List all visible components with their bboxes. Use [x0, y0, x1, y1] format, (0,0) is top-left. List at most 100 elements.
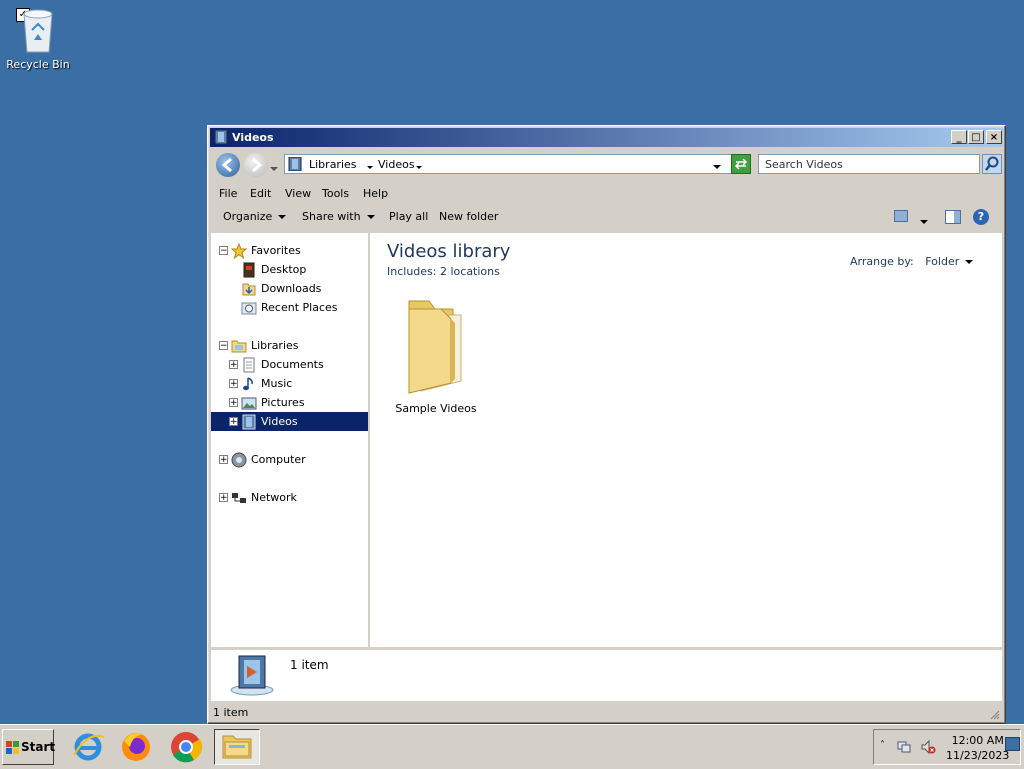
- expand-music-icon[interactable]: +: [229, 379, 238, 389]
- chrome-icon[interactable]: [166, 729, 206, 765]
- navigation-pane: − Favorites Desktop Downloads Recent Pla…: [211, 233, 370, 647]
- tree-item-documents[interactable]: + Documents: [211, 355, 368, 374]
- menu-edit[interactable]: Edit: [250, 187, 271, 200]
- arrange-by: Arrange by: Folder: [850, 255, 974, 268]
- collapse-favorites-icon[interactable]: −: [219, 246, 228, 256]
- network-status-icon[interactable]: [896, 739, 912, 755]
- status-bar: 1 item: [211, 704, 1002, 720]
- computer-icon: [231, 452, 247, 468]
- videos-icon: [241, 414, 257, 430]
- new-folder-button[interactable]: New folder: [439, 210, 498, 223]
- menu-bar: File Edit View Tools Help: [210, 183, 1003, 203]
- command-bar: Organize Share with Play all New folder …: [210, 205, 1003, 229]
- change-view-icon[interactable]: [894, 210, 908, 222]
- tree-label-desktop: Desktop: [261, 263, 307, 276]
- tree-label-computer: Computer: [251, 453, 306, 466]
- clock[interactable]: 12:00 AM 11/23/2023: [946, 733, 1009, 763]
- search-icon[interactable]: [982, 154, 1002, 174]
- play-all-button[interactable]: Play all: [389, 210, 428, 223]
- folder-item[interactable]: Sample Videos: [390, 295, 482, 415]
- videos-icon: [288, 156, 302, 172]
- folder-label: Sample Videos: [395, 402, 477, 415]
- organize-chevron-down-icon: [278, 215, 287, 219]
- menu-view[interactable]: View: [285, 187, 311, 200]
- close-button[interactable]: ×: [986, 130, 1002, 144]
- recycle-bin-label: Recycle Bin: [6, 58, 70, 71]
- menu-help[interactable]: Help: [363, 187, 388, 200]
- refresh-button[interactable]: [731, 154, 751, 174]
- details-item-count: 1 item: [290, 658, 329, 672]
- organize-label: Organize: [223, 210, 273, 223]
- taskbar: Start ˄ 12:00 AM 11/23/2023: [0, 724, 1024, 769]
- forward-button[interactable]: [244, 153, 268, 177]
- library-includes: Includes: 2 locations: [387, 265, 500, 278]
- title-bar[interactable]: Videos _ □ ×: [210, 128, 1003, 147]
- expand-pictures-icon[interactable]: +: [229, 398, 238, 408]
- address-bar[interactable]: Libraries Videos: [284, 154, 734, 174]
- firefox-icon[interactable]: [116, 729, 156, 765]
- menu-tools[interactable]: Tools: [322, 187, 349, 200]
- expand-videos-icon[interactable]: +: [229, 417, 238, 427]
- menu-file[interactable]: File: [219, 187, 237, 200]
- search-input[interactable]: Search Videos: [758, 154, 980, 174]
- address-history-dropdown[interactable]: [713, 160, 721, 173]
- documents-icon: [241, 357, 257, 373]
- help-icon[interactable]: ?: [973, 209, 989, 225]
- tree-item-pictures[interactable]: + Pictures: [211, 393, 368, 412]
- internet-explorer-icon[interactable]: [68, 729, 108, 765]
- arrange-chevron-down-icon: [965, 260, 974, 264]
- tree-item-recent-places[interactable]: Recent Places: [211, 298, 368, 317]
- tree-item-favorites[interactable]: − Favorites: [211, 241, 368, 260]
- volume-muted-icon[interactable]: [920, 739, 936, 755]
- pictures-icon: [241, 395, 257, 411]
- resize-grip-icon[interactable]: [988, 708, 1000, 720]
- libraries-icon: [231, 338, 247, 354]
- breadcrumb-libraries-chevron-icon[interactable]: [367, 160, 373, 173]
- windows-explorer-taskbar-button[interactable]: [214, 729, 260, 765]
- content-pane: Videos library Includes: 2 locations Arr…: [370, 233, 1002, 647]
- tree-label-documents: Documents: [261, 358, 324, 371]
- back-button[interactable]: [216, 153, 240, 177]
- downloads-icon: [241, 281, 257, 297]
- tree-label-libraries: Libraries: [251, 339, 299, 352]
- share-with-button[interactable]: Share with: [302, 210, 375, 223]
- preview-pane-icon[interactable]: [945, 210, 961, 224]
- desktop-icon: [241, 262, 257, 278]
- show-desktop-button[interactable]: [1005, 737, 1020, 751]
- breadcrumb-videos-chevron-icon[interactable]: [416, 160, 422, 173]
- tree-item-network[interactable]: + Network: [211, 488, 368, 507]
- clock-time: 12:00 AM: [951, 734, 1004, 747]
- recent-pages-dropdown[interactable]: [270, 162, 278, 175]
- search-placeholder: Search Videos: [765, 158, 843, 171]
- show-hidden-icons-icon[interactable]: ˄: [880, 740, 885, 751]
- status-item-count: 1 item: [213, 706, 249, 719]
- organize-button[interactable]: Organize: [223, 210, 287, 223]
- expand-network-icon[interactable]: +: [219, 493, 228, 503]
- tree-item-computer[interactable]: + Computer: [211, 450, 368, 469]
- includes-locations-link[interactable]: 2 locations: [440, 265, 500, 278]
- expand-computer-icon[interactable]: +: [219, 455, 228, 465]
- arrange-by-dropdown[interactable]: Folder: [925, 255, 974, 268]
- recycle-bin-glyph-icon: [18, 6, 58, 54]
- tree-label-favorites: Favorites: [251, 244, 301, 257]
- window-title: Videos: [232, 131, 274, 144]
- breadcrumb-videos[interactable]: Videos: [378, 158, 415, 171]
- share-with-label: Share with: [302, 210, 361, 223]
- breadcrumb-libraries[interactable]: Libraries: [309, 158, 357, 171]
- expand-documents-icon[interactable]: +: [229, 360, 238, 370]
- star-icon: [230, 242, 248, 260]
- tree-item-videos[interactable]: + Videos: [211, 412, 368, 431]
- maximize-button[interactable]: □: [968, 130, 984, 144]
- view-options-dropdown[interactable]: [920, 215, 928, 228]
- tree-item-music[interactable]: + Music: [211, 374, 368, 393]
- tree-item-desktop[interactable]: Desktop: [211, 260, 368, 279]
- recycle-bin-icon[interactable]: ✓ Recycle Bin: [6, 6, 70, 71]
- share-with-chevron-down-icon: [366, 215, 375, 219]
- tree-label-recent-places: Recent Places: [261, 301, 338, 314]
- start-button[interactable]: Start: [2, 729, 55, 765]
- minimize-button[interactable]: _: [951, 130, 967, 144]
- tree-item-libraries[interactable]: − Libraries: [211, 336, 368, 355]
- collapse-libraries-icon[interactable]: −: [219, 341, 228, 351]
- recent-places-icon: [241, 300, 257, 316]
- tree-item-downloads[interactable]: Downloads: [211, 279, 368, 298]
